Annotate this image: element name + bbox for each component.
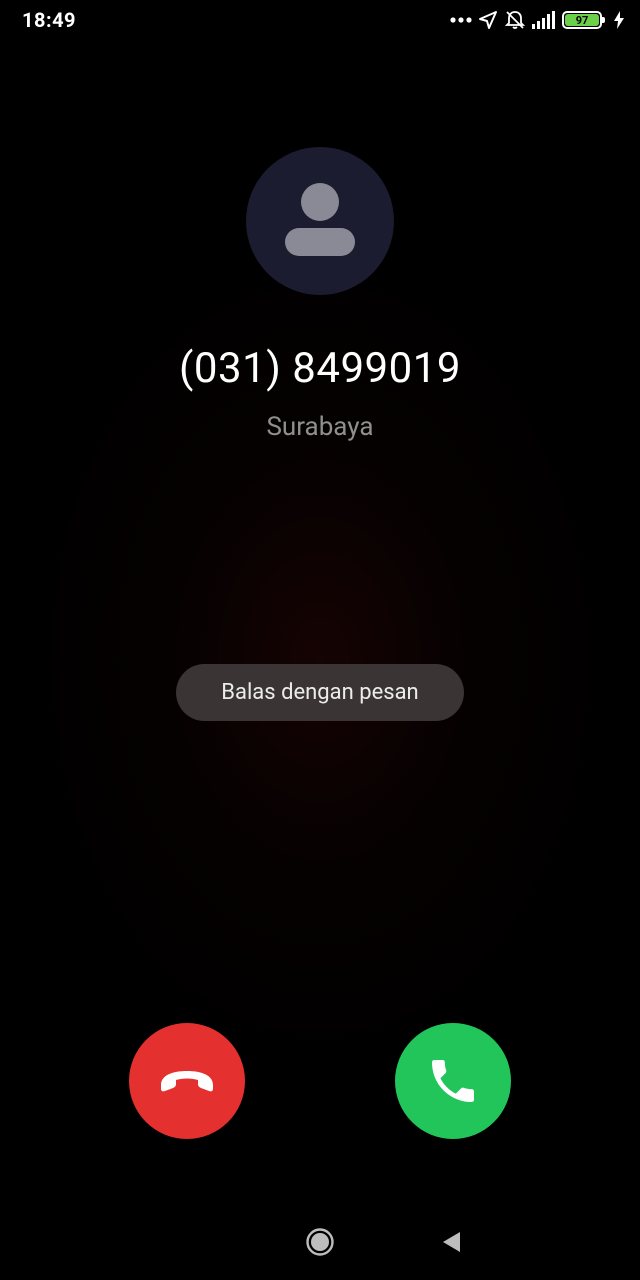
phone-hangup-icon xyxy=(161,1071,213,1092)
caller-location: Surabaya xyxy=(266,412,374,442)
location-arrow-icon xyxy=(478,10,498,30)
battery-icon: 97 xyxy=(562,11,605,29)
incoming-call-screen: 18:49 97 (031) 8499019 Surabaya Balas de… xyxy=(0,0,640,1280)
more-dots-icon xyxy=(450,16,472,24)
status-time: 18:49 xyxy=(22,8,77,32)
accept-call-button[interactable] xyxy=(395,1023,511,1139)
charging-bolt-icon xyxy=(614,11,624,29)
caller-number: (031) 8499019 xyxy=(179,344,461,393)
reply-with-message-button[interactable]: Balas dengan pesan xyxy=(176,664,464,721)
battery-level: 97 xyxy=(565,14,599,26)
phone-answer-icon xyxy=(432,1060,474,1102)
signal-icon xyxy=(532,11,556,29)
decline-call-button[interactable] xyxy=(129,1023,245,1139)
status-icons: 97 xyxy=(450,8,624,32)
home-circle-icon xyxy=(306,1228,334,1256)
caller-avatar xyxy=(246,147,394,295)
status-bar: 18:49 97 xyxy=(0,0,640,40)
back-triangle-icon xyxy=(443,1232,460,1252)
bell-off-icon xyxy=(504,9,526,31)
person-icon xyxy=(285,183,355,256)
nav-back-button[interactable] xyxy=(438,1229,464,1255)
nav-home-button[interactable] xyxy=(305,1227,335,1257)
